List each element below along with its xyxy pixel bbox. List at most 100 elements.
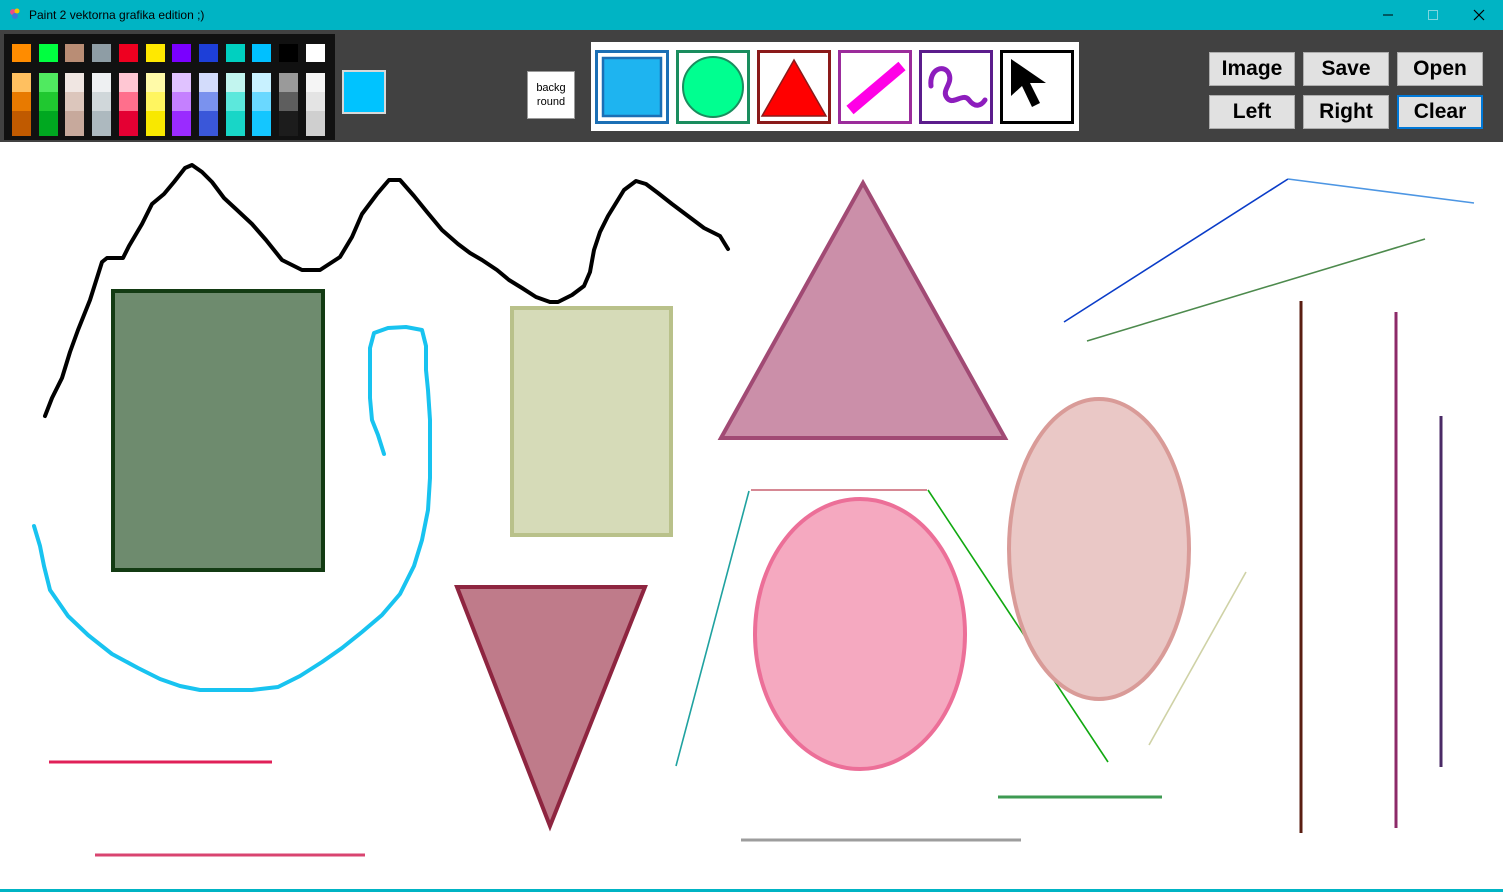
minimize-button[interactable]	[1365, 0, 1411, 30]
palette-shade-swatch[interactable]	[145, 111, 165, 136]
palette-color-column[interactable]	[225, 39, 247, 136]
open-button[interactable]: Open	[1397, 52, 1483, 86]
palette-shade-swatch[interactable]	[198, 92, 218, 111]
window-title: Paint 2 vektorna grafika edition ;)	[29, 8, 205, 22]
palette-shade-swatch[interactable]	[65, 111, 85, 136]
line-tool[interactable]	[838, 50, 912, 124]
palette-shade-swatch[interactable]	[118, 111, 138, 136]
mauve-triangle	[717, 178, 1009, 440]
ellipse-tool[interactable]	[676, 50, 750, 124]
blue-line	[1063, 178, 1289, 323]
palette-shade-swatch[interactable]	[198, 73, 218, 92]
palette-swatch[interactable]	[145, 44, 165, 62]
magenta-line-icon	[846, 61, 906, 115]
palette-shade-swatch[interactable]	[145, 92, 165, 111]
current-color-swatch[interactable]	[342, 70, 386, 114]
green-circle-icon	[682, 56, 744, 118]
select-tool[interactable]	[1000, 50, 1074, 124]
palette-shade-swatch[interactable]	[92, 92, 112, 111]
palette-swatch[interactable]	[252, 44, 272, 62]
palette-swatch[interactable]	[225, 44, 245, 62]
close-button[interactable]	[1456, 0, 1502, 30]
triangle-tool[interactable]	[757, 50, 831, 124]
palette-shade-swatch[interactable]	[198, 111, 218, 136]
palette-color-column[interactable]	[252, 39, 273, 136]
pink-ellipse	[753, 497, 967, 771]
palette-swatch[interactable]	[38, 44, 58, 62]
palette-shade-swatch[interactable]	[118, 92, 138, 111]
color-palette	[4, 34, 335, 140]
palette-shade-swatch[interactable]	[252, 92, 272, 111]
palette-shade-swatch[interactable]	[172, 73, 192, 92]
palette-swatch[interactable]	[118, 44, 138, 62]
palette-shade-swatch[interactable]	[12, 92, 31, 111]
close-icon	[1473, 9, 1485, 21]
light-blue-line	[1287, 178, 1475, 204]
maximize-icon	[1428, 10, 1438, 20]
left-button[interactable]: Left	[1209, 95, 1295, 129]
minimize-icon	[1383, 14, 1393, 16]
palette-shade-swatch[interactable]	[172, 111, 192, 136]
title-bar: Paint 2 vektorna grafika edition ;)	[0, 0, 1503, 30]
inverted-rose-triangle	[454, 585, 648, 832]
clear-button[interactable]: Clear	[1397, 95, 1483, 129]
palette-shade-swatch[interactable]	[252, 111, 272, 136]
palette-shade-swatch[interactable]	[305, 111, 325, 136]
palette-shade-swatch[interactable]	[38, 92, 58, 111]
blush-ellipse	[1007, 397, 1191, 701]
palette-swatch[interactable]	[305, 44, 325, 62]
palette-color-column[interactable]	[198, 39, 220, 136]
palette-shade-swatch[interactable]	[225, 73, 245, 92]
palette-shade-swatch[interactable]	[305, 73, 325, 92]
palette-swatch[interactable]	[198, 44, 218, 62]
palette-shade-swatch[interactable]	[225, 111, 245, 136]
drawing-canvas[interactable]	[2, 142, 1502, 890]
save-button[interactable]: Save	[1303, 52, 1389, 86]
palette-shade-swatch[interactable]	[172, 92, 192, 111]
red-triangle-icon	[760, 58, 828, 117]
palette-color-column[interactable]	[172, 39, 193, 136]
background-button[interactable]: backg round	[527, 71, 575, 119]
tool-selector	[591, 42, 1079, 131]
palette-shade-swatch[interactable]	[38, 111, 58, 136]
palette-color-column[interactable]	[12, 39, 33, 136]
palette-swatch[interactable]	[92, 44, 112, 62]
freehand-tool[interactable]	[919, 50, 993, 124]
palette-swatch[interactable]	[12, 44, 31, 62]
pale-olive-rectangle	[510, 306, 673, 537]
palette-shade-swatch[interactable]	[305, 92, 325, 111]
palette-shade-swatch[interactable]	[279, 73, 298, 92]
palette-shade-swatch[interactable]	[252, 73, 272, 92]
palette-color-column[interactable]	[38, 39, 60, 136]
dark-green-line	[1086, 238, 1426, 342]
palette-swatch[interactable]	[65, 44, 85, 62]
blue-square-icon	[601, 56, 663, 118]
palette-color-column[interactable]	[65, 39, 86, 136]
palette-shade-swatch[interactable]	[118, 73, 138, 92]
app-icon	[10, 8, 20, 19]
palette-shade-swatch[interactable]	[38, 73, 58, 92]
palette-shade-swatch[interactable]	[65, 92, 85, 111]
palette-shade-swatch[interactable]	[92, 73, 112, 92]
image-button[interactable]: Image	[1209, 52, 1295, 86]
teal-line	[675, 490, 750, 767]
rectangle-tool[interactable]	[595, 50, 669, 124]
palette-shade-swatch[interactable]	[145, 73, 165, 92]
palette-swatch[interactable]	[172, 44, 192, 62]
right-button[interactable]: Right	[1303, 95, 1389, 129]
palette-shade-swatch[interactable]	[225, 92, 245, 111]
palette-color-column[interactable]	[305, 39, 327, 136]
palette-color-column[interactable]	[92, 39, 113, 136]
palette-swatch[interactable]	[279, 44, 298, 62]
palette-color-column[interactable]	[145, 39, 167, 136]
palette-shade-swatch[interactable]	[92, 111, 112, 136]
palette-shade-swatch[interactable]	[279, 111, 298, 136]
cursor-arrow-icon	[1011, 59, 1046, 107]
palette-shade-swatch[interactable]	[65, 73, 85, 92]
palette-color-column[interactable]	[279, 39, 300, 136]
palette-shade-swatch[interactable]	[12, 73, 31, 92]
maximize-button[interactable]	[1410, 0, 1456, 30]
palette-color-column[interactable]	[118, 39, 140, 136]
palette-shade-swatch[interactable]	[279, 92, 298, 111]
palette-shade-swatch[interactable]	[12, 111, 31, 136]
